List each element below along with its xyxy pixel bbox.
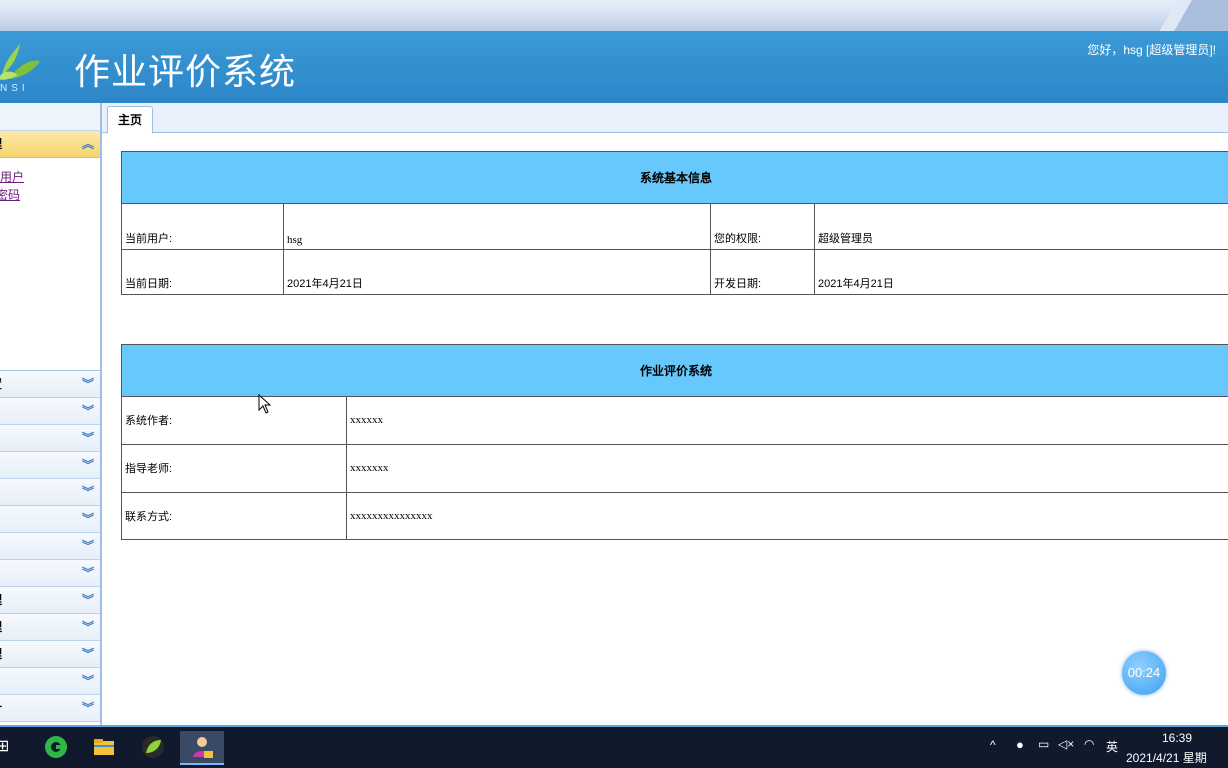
chevron-down-icon[interactable]: ︾ bbox=[82, 695, 94, 721]
sidebar-group-0[interactable]: 置︾ bbox=[0, 371, 100, 398]
folder-icon[interactable] bbox=[88, 731, 120, 763]
sidebar-group-body: 员用户 密码 bbox=[0, 158, 100, 371]
chevron-down-icon[interactable]: ︾ bbox=[82, 479, 94, 505]
sidebar-group-10[interactable]: 理︾ bbox=[0, 641, 100, 668]
system-tray: ^ ● ▭ ◁× ◠ 英 16:39 2021/4/21 星期 bbox=[988, 725, 1228, 768]
sidebar-link-password[interactable]: 密码 bbox=[0, 186, 100, 204]
current-user-label: 当前用户: bbox=[121, 203, 284, 250]
chevron-down-icon[interactable]: ︾ bbox=[82, 533, 94, 559]
sidebar-group-5[interactable]: ︾ bbox=[0, 506, 100, 533]
logo-text: NSI bbox=[0, 83, 29, 94]
main-content: 主页 系统基本信息 当前用户: hsg 您的权限: 超级管理员 当前日期: 20… bbox=[102, 103, 1228, 725]
sidebar-group-12[interactable]: 计︾ bbox=[0, 695, 100, 722]
taskbar-top-edge bbox=[0, 725, 1228, 727]
user-greeting: 您好，hsg [超级管理员]! bbox=[1087, 43, 1216, 57]
chevron-down-icon[interactable]: ︾ bbox=[82, 452, 94, 478]
system-info-title: 系统基本信息 bbox=[121, 151, 1228, 204]
dev-date-label: 开发日期: bbox=[710, 249, 815, 295]
sidebar-group-label: 理 bbox=[0, 641, 2, 667]
sidebar-group-active[interactable]: 理 ︽ bbox=[0, 131, 100, 158]
chevron-down-icon[interactable]: ︾ bbox=[82, 668, 94, 694]
teacher-value: xxxxxxx bbox=[346, 444, 1228, 493]
about-title: 作业评价系统 bbox=[121, 344, 1228, 397]
sidebar-group-label: 理 bbox=[0, 587, 2, 613]
qq-icon[interactable]: ● bbox=[1016, 737, 1024, 752]
chevron-down-icon[interactable]: ︾ bbox=[82, 560, 94, 586]
sidebar-group-4[interactable]: ︾ bbox=[0, 479, 100, 506]
user-app-icon[interactable] bbox=[180, 731, 224, 765]
edge-icon[interactable] bbox=[40, 731, 72, 763]
chevron-down-icon[interactable]: ︾ bbox=[82, 614, 94, 640]
sidebar-group-6[interactable]: ︾ bbox=[0, 533, 100, 560]
mouse-cursor-icon bbox=[258, 394, 272, 414]
wifi-icon[interactable]: ◠ bbox=[1084, 737, 1094, 751]
chevron-up-icon[interactable]: ︽ bbox=[82, 131, 94, 157]
recording-timer[interactable]: 00:24 bbox=[1122, 651, 1166, 695]
sidebar-group-label: 计 bbox=[0, 695, 2, 721]
about-table: 作业评价系统 系统作者: xxxxxx 指导老师: xxxxxxx 联系方式: … bbox=[121, 344, 1228, 540]
sidebar-group-7[interactable]: ︾ bbox=[0, 560, 100, 587]
author-label: 系统作者: bbox=[121, 396, 347, 445]
clock-time[interactable]: 16:39 bbox=[1162, 731, 1192, 745]
sidebar-group-label: 理 bbox=[0, 131, 2, 157]
sidebar-group-label: 置 bbox=[0, 371, 2, 397]
tab-bar: 主页 bbox=[102, 103, 1228, 134]
sidebar-group-2[interactable]: ︾ bbox=[0, 425, 100, 452]
mute-icon[interactable]: ◁× bbox=[1058, 737, 1074, 751]
author-value: xxxxxx bbox=[346, 396, 1228, 445]
teacher-label: 指导老师: bbox=[121, 444, 347, 493]
app-title: 作业评价系统 bbox=[74, 52, 297, 93]
chevron-down-icon[interactable]: ︾ bbox=[82, 398, 94, 424]
start-button[interactable]: ⊞ bbox=[0, 736, 9, 756]
browser-top-strip bbox=[0, 0, 1228, 31]
contact-value: xxxxxxxxxxxxxxx bbox=[346, 492, 1228, 540]
dev-date-value: 2021年4月21日 bbox=[814, 249, 1228, 295]
chevron-down-icon[interactable]: ︾ bbox=[82, 506, 94, 532]
chevron-down-icon[interactable]: ︾ bbox=[82, 641, 94, 667]
ime-indicator[interactable]: 英 bbox=[1106, 738, 1118, 755]
sidebar-top-spacer bbox=[0, 103, 100, 131]
tab-home[interactable]: 主页 bbox=[107, 106, 153, 134]
sidebar-group-1[interactable]: ︾ bbox=[0, 398, 100, 425]
sidebar-group-3[interactable]: ︾ bbox=[0, 452, 100, 479]
sidebar-group-9[interactable]: 理︾ bbox=[0, 614, 100, 641]
permission-value: 超级管理员 bbox=[814, 203, 1228, 250]
current-date-label: 当前日期: bbox=[121, 249, 284, 295]
leaf-app-icon[interactable] bbox=[137, 731, 169, 763]
sidebar-group-8[interactable]: 理︾ bbox=[0, 587, 100, 614]
tray-expand-icon[interactable]: ^ bbox=[990, 738, 996, 752]
chevron-down-icon[interactable]: ︾ bbox=[82, 371, 94, 397]
taskbar: ⊞ ^ ● ▭ ◁× ◠ 英 16:39 2021/4/21 星期 bbox=[0, 725, 1228, 768]
header: NSI 作业评价系统 您好，hsg [超级管理员]! bbox=[0, 31, 1228, 103]
system-info-table: 系统基本信息 当前用户: hsg 您的权限: 超级管理员 当前日期: 2021年… bbox=[121, 151, 1228, 295]
window-corner bbox=[1148, 0, 1228, 31]
battery-icon[interactable]: ▭ bbox=[1038, 737, 1049, 751]
current-date-value: 2021年4月21日 bbox=[283, 249, 711, 295]
contact-label: 联系方式: bbox=[121, 492, 347, 540]
current-user-value: hsg bbox=[283, 203, 711, 250]
sidebar-group-label: 理 bbox=[0, 614, 2, 640]
chevron-down-icon[interactable]: ︾ bbox=[82, 425, 94, 451]
sidebar-group-11[interactable]: ︾ bbox=[0, 668, 100, 695]
sidebar-link-admin-users[interactable]: 员用户 bbox=[0, 168, 100, 186]
permission-label: 您的权限: bbox=[710, 203, 815, 250]
chevron-down-icon[interactable]: ︾ bbox=[82, 587, 94, 613]
sidebar: 理 ︽ 员用户 密码 置︾︾︾︾︾︾︾︾理︾理︾理︾︾计︾ bbox=[0, 103, 102, 725]
clock-date[interactable]: 2021/4/21 星期 bbox=[1126, 749, 1207, 766]
